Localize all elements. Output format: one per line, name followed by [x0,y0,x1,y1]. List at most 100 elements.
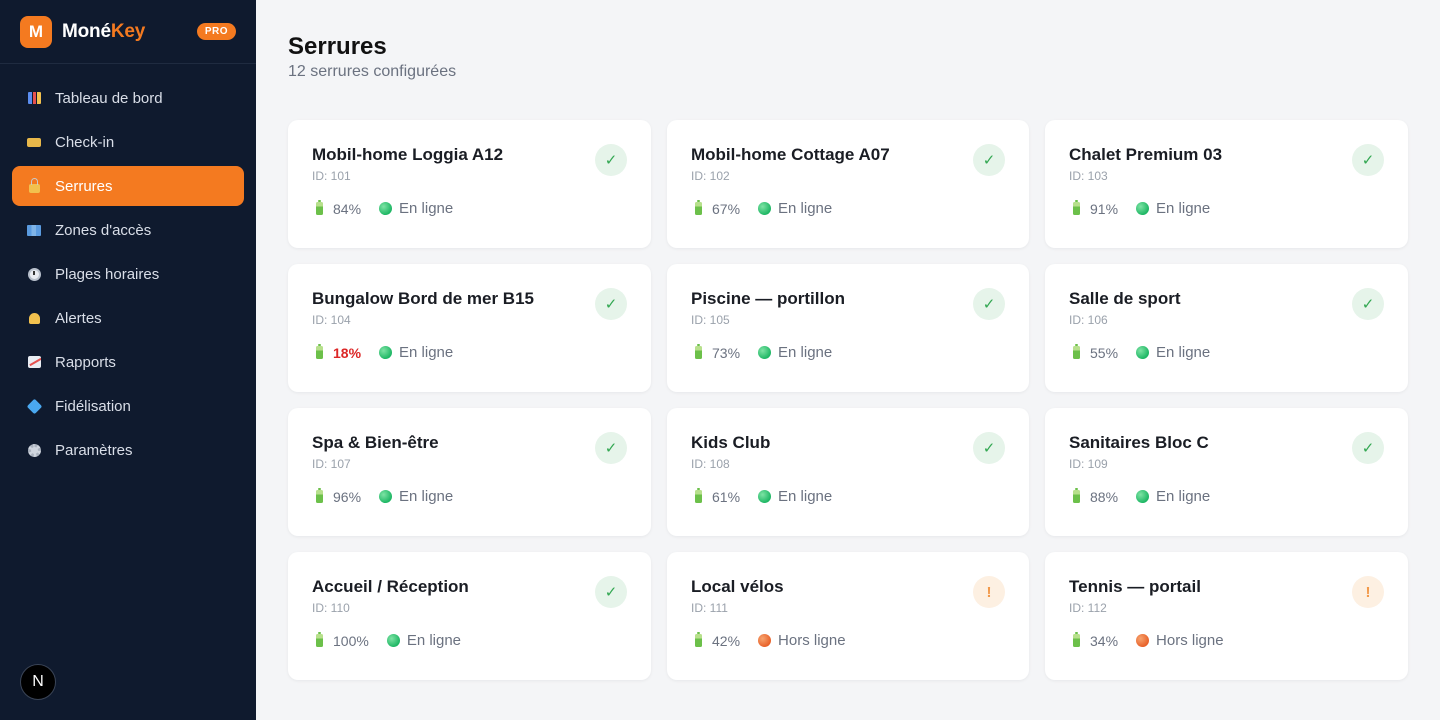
page-subtitle: 12 serrures configurées [288,63,457,80]
brand-name-part2: Key [110,20,146,42]
battery-icon [1073,344,1080,359]
brand-name-part1: Moné [62,20,111,42]
lock-state-icon: ✓ [973,144,1005,176]
bar-chart-icon [26,90,42,106]
lock-card[interactable]: Accueil / Réception ID: 110 100% En lign… [288,552,651,680]
battery-icon [695,200,702,215]
lock-card[interactable]: Sanitaires Bloc C ID: 109 88% En ligne ✓ [1045,408,1408,536]
brand: M MonéKey PRO [0,0,256,64]
lock-id: ID: 106 [1069,313,1108,327]
status-dot-icon [1136,346,1150,359]
lock-id: ID: 111 [691,601,728,615]
battery-level: 84% [333,200,362,217]
lock-meta: 84% En ligne [312,200,627,217]
status-dot-icon [758,634,772,647]
lock-name: Sanitaires Bloc C [1069,433,1209,452]
status-dot-icon [1136,202,1150,215]
sidebar-item-rapports[interactable]: Rapports [12,342,244,382]
lock-meta: 91% En ligne [1069,200,1384,217]
battery-icon [1073,488,1080,503]
lock-meta: 96% En ligne [312,488,627,505]
battery-level: 100% [333,632,369,649]
lock-state-icon: ✓ [1352,288,1384,320]
brand-logo[interactable]: M [20,15,52,48]
battery-icon [695,344,702,359]
avatar[interactable]: N [20,664,56,700]
lock-name: Kids Club [691,433,771,452]
lock-name: Mobil-home Loggia A12 [312,145,504,164]
battery-icon [695,488,702,503]
sidebar-item-zones-acces[interactable]: Zones d'accès [12,210,244,250]
lock-meta: 61% En ligne [691,488,1005,505]
lock-card[interactable]: Salle de sport ID: 106 55% En ligne ✓ [1045,264,1408,392]
lock-card[interactable]: Piscine — portillon ID: 105 73% En ligne… [667,264,1029,392]
connection-status: En ligne [399,344,454,361]
connection-status: En ligne [778,200,833,217]
lock-name: Accueil / Réception [312,577,469,596]
status-dot-icon [758,346,772,359]
locks-grid: Mobil-home Loggia A12 ID: 101 84% En lig… [288,120,1408,680]
lock-state-icon: ✓ [973,288,1005,320]
battery-level: 88% [1090,488,1119,505]
lock-id: ID: 110 [312,601,350,615]
lock-card[interactable]: Bungalow Bord de mer B15 ID: 104 18% En … [288,264,651,392]
lock-id: ID: 104 [312,313,351,327]
lock-id: ID: 107 [312,457,351,471]
lock-card[interactable]: Local vélos ID: 111 42% Hors ligne ! [667,552,1029,680]
lock-card[interactable]: Mobil-home Cottage A07 ID: 102 67% En li… [667,120,1029,248]
connection-status: En ligne [1156,488,1211,505]
battery-level: 18% [333,344,362,361]
sidebar-item-parametres[interactable]: Paramètres [12,430,244,470]
lock-meta: 18% En ligne [312,344,627,361]
status-dot-icon [1136,634,1150,647]
lock-card[interactable]: Mobil-home Loggia A12 ID: 101 84% En lig… [288,120,651,248]
sidebar-item-label: Serrures [55,177,113,195]
gem-icon [26,398,42,414]
sidebar-item-tableau-de-bord[interactable]: Tableau de bord [12,78,244,118]
main-content: Serrures 12 serrures configurées Mobil-h… [256,0,1440,720]
lock-card[interactable]: Chalet Premium 03 ID: 103 91% En ligne ✓ [1045,120,1408,248]
battery-level: 91% [1090,200,1119,217]
connection-status: Hors ligne [778,632,846,649]
brand-name: MonéKey [62,21,145,43]
lock-id: ID: 108 [691,457,730,471]
sidebar-item-label: Alertes [55,309,102,327]
lock-card[interactable]: Tennis — portail ID: 112 34% Hors ligne … [1045,552,1408,680]
battery-level: 42% [712,632,741,649]
lock-meta: 100% En ligne [312,632,627,649]
battery-icon [316,488,323,503]
lock-meta: 34% Hors ligne [1069,632,1384,649]
lock-name: Bungalow Bord de mer B15 [312,289,534,308]
sidebar-item-check-in[interactable]: Check-in [12,122,244,162]
lock-id: ID: 109 [1069,457,1108,471]
status-dot-icon [758,490,772,503]
sidebar-item-alertes[interactable]: Alertes [12,298,244,338]
lock-name: Local vélos [691,577,784,596]
battery-level: 73% [712,344,741,361]
gear-icon [26,442,42,458]
lock-state-icon: ✓ [595,144,627,176]
sidebar-item-serrures[interactable]: Serrures [12,166,244,206]
battery-icon [1073,632,1080,647]
sidebar-item-fidelisation[interactable]: Fidélisation [12,386,244,426]
connection-status: En ligne [1156,344,1211,361]
sidebar-item-plages-horaires[interactable]: Plages horaires [12,254,244,294]
sidebar-item-label: Check-in [55,133,115,151]
lock-card[interactable]: Kids Club ID: 108 61% En ligne ✓ [667,408,1029,536]
lock-name: Chalet Premium 03 [1069,145,1223,164]
connection-status: En ligne [1156,200,1211,217]
battery-level: 55% [1090,344,1119,361]
lock-id: ID: 103 [1069,169,1108,183]
page-title: Serrures [288,33,387,60]
lock-state-icon: ✓ [1352,432,1384,464]
status-dot-icon [386,634,400,647]
lock-meta: 55% En ligne [1069,344,1384,361]
lock-card[interactable]: Spa & Bien-être ID: 107 96% En ligne ✓ [288,408,651,536]
lock-state-icon: ✓ [595,288,627,320]
lock-meta: 88% En ligne [1069,488,1384,505]
battery-icon [316,632,323,647]
lock-id: ID: 105 [691,313,730,327]
lock-state-icon: ✓ [595,576,627,608]
battery-level: 67% [712,200,741,217]
battery-icon [1073,200,1080,215]
